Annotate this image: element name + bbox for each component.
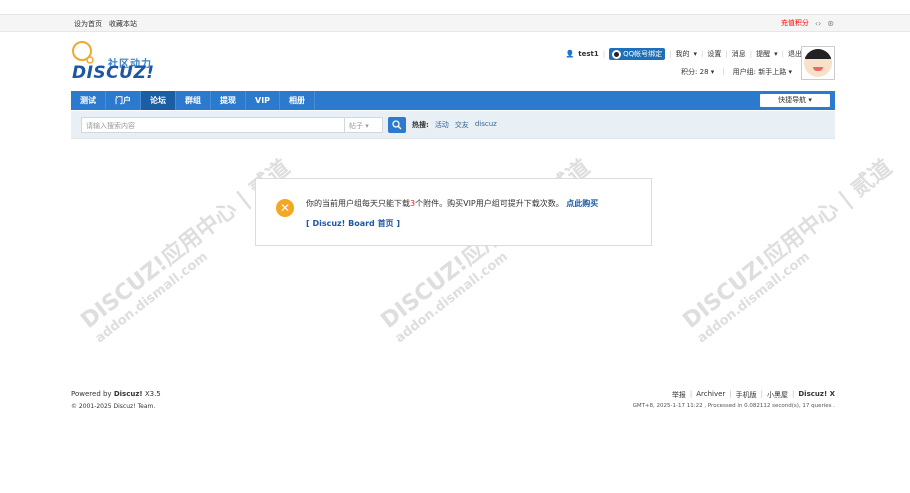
- nav-item-withdraw[interactable]: 提现: [211, 91, 246, 110]
- divider: |: [701, 50, 704, 58]
- user-icon: 👤: [565, 50, 575, 58]
- version: X3.5: [144, 390, 161, 398]
- search-icon: [392, 120, 402, 130]
- footer-link-report[interactable]: 举报: [672, 390, 686, 400]
- code-icon[interactable]: ‹›: [815, 19, 821, 28]
- footer-brand[interactable]: Discuz! X: [798, 390, 835, 400]
- set-home-link[interactable]: 设为首页: [74, 19, 102, 29]
- search-button[interactable]: [388, 117, 406, 133]
- watermark-line2: addon.dismall.com: [694, 249, 813, 347]
- divider: |: [792, 390, 795, 398]
- my-menu[interactable]: 我的: [676, 49, 690, 59]
- divider: |: [729, 390, 732, 398]
- warning-icon: ✕: [276, 199, 294, 217]
- divider: |: [760, 390, 764, 398]
- hot-link[interactable]: discuz: [475, 120, 497, 130]
- divider: |: [669, 50, 672, 58]
- divider: |: [725, 50, 728, 58]
- user-menu: 👤 test1 | QQ帐号绑定 | 我的 ▾ | 设置 | 消息 | 提醒 ▾ |…: [566, 48, 802, 60]
- qq-bind-button[interactable]: QQ帐号绑定: [609, 48, 666, 60]
- watermark-line1: DISCUZ!应用中心 | 贰道: [678, 155, 897, 334]
- buy-link[interactable]: 点此购买: [566, 199, 598, 208]
- quick-nav-label: 快捷导航: [778, 96, 807, 104]
- points-menu[interactable]: 积分: 28 ▾: [681, 67, 714, 77]
- username-link[interactable]: test1: [578, 50, 598, 58]
- message-before: 你的当前用户组每天只能下载: [306, 199, 410, 208]
- hot-link[interactable]: 交友: [455, 120, 469, 130]
- powered-prefix: Powered by: [71, 390, 112, 398]
- watermark: DISCUZ!应用中心 | 贰道 addon.dismall.com: [675, 151, 907, 347]
- footer-link-blackroom[interactable]: 小黑屋: [767, 390, 788, 400]
- chevron-down-icon: ▾: [774, 50, 778, 58]
- avatar-image: [804, 49, 832, 77]
- logout-link[interactable]: 退出: [788, 49, 802, 59]
- footer-link-archiver[interactable]: Archiver: [696, 390, 725, 400]
- recharge-link[interactable]: 充值积分: [781, 18, 809, 28]
- qq-icon: [612, 49, 622, 59]
- main-nav: 测试 门户 论坛 群组 提现 VIP 相册 快捷导航 ▾: [71, 91, 835, 110]
- nav-item-album[interactable]: 相册: [280, 91, 316, 110]
- powered-name[interactable]: Discuz!: [114, 390, 143, 398]
- footer-link-mobile[interactable]: 手机版: [736, 390, 757, 400]
- nav-item-test[interactable]: 测试: [71, 91, 106, 110]
- chevron-down-icon: ▾: [693, 50, 698, 58]
- usergroup-label: 用户组: 新手上路: [732, 68, 787, 76]
- divider: |: [689, 390, 693, 398]
- footer-copyright: © 2001-2025 Discuz! Team.: [71, 403, 156, 410]
- nav-item-vip[interactable]: VIP: [246, 91, 281, 110]
- messages-link[interactable]: 消息: [732, 49, 746, 59]
- avatar[interactable]: [801, 46, 835, 80]
- logo-text-en: DISCUZ!: [72, 63, 155, 83]
- message-after: 个附件。购买VIP用户组可提升下载次数。: [415, 199, 564, 208]
- nav-item-forum[interactable]: 论坛: [141, 91, 176, 110]
- search-input[interactable]: 请输入搜索内容: [81, 117, 345, 133]
- message-text: 你的当前用户组每天只能下载3个附件。购买VIP用户组可提升下载次数。 点此购买: [306, 198, 598, 209]
- footer-meta: GMT+8, 2025-1-17 11:22 , Processed in 0.…: [632, 403, 835, 409]
- usergroup-menu[interactable]: 用户组: 新手上路 ▾: [733, 67, 792, 77]
- hot-link[interactable]: 活动: [435, 120, 449, 130]
- message-box: ✕ 你的当前用户组每天只能下载3个附件。购买VIP用户组可提升下载次数。 点此购…: [255, 178, 652, 246]
- hot-search: 热搜: 活动 交友 discuz: [412, 120, 497, 130]
- reminders-menu[interactable]: 提醒: [756, 49, 770, 59]
- bookmark-link[interactable]: 收藏本站: [109, 19, 137, 29]
- divider: |: [749, 50, 753, 58]
- divider: |: [602, 50, 606, 58]
- divider: |: [781, 50, 784, 58]
- hot-search-label: 热搜:: [412, 121, 429, 129]
- refresh-icon[interactable]: ⊛: [827, 19, 834, 28]
- footer-powered: Powered by Discuz! X3.5: [71, 390, 161, 398]
- settings-link[interactable]: 设置: [707, 49, 721, 59]
- points-label: 积分: 28: [681, 68, 709, 76]
- nav-list: 测试 门户 论坛 群组 提现 VIP 相册: [71, 91, 835, 110]
- nav-item-groups[interactable]: 群组: [176, 91, 211, 110]
- top-bar: 设为首页 收藏本站 充值积分 ‹› ⊛: [0, 14, 910, 32]
- user-stats: 积分: 28 ▾ | 用户组: 新手上路 ▾: [681, 67, 792, 77]
- search-bar: 请输入搜索内容 帖子 ▾ 热搜: 活动 交友 discuz: [71, 111, 835, 139]
- nav-item-portal[interactable]: 门户: [106, 91, 141, 110]
- footer-links: 举报 | Archiver | 手机版 | 小黑屋 | Discuz! X: [672, 390, 835, 400]
- top-bar-right: 充值积分 ‹› ⊛: [781, 18, 834, 28]
- qq-bind-label: QQ帐号绑定: [623, 50, 663, 58]
- search-type-select[interactable]: 帖子 ▾: [345, 117, 383, 133]
- search-type-label: 帖子: [349, 122, 363, 130]
- quick-nav-button[interactable]: 快捷导航 ▾: [760, 94, 830, 107]
- top-bar-left: 设为首页 收藏本站: [74, 19, 137, 29]
- divider: |: [722, 67, 725, 75]
- board-home-link[interactable]: [ Discuz! Board 首页 ]: [306, 218, 400, 229]
